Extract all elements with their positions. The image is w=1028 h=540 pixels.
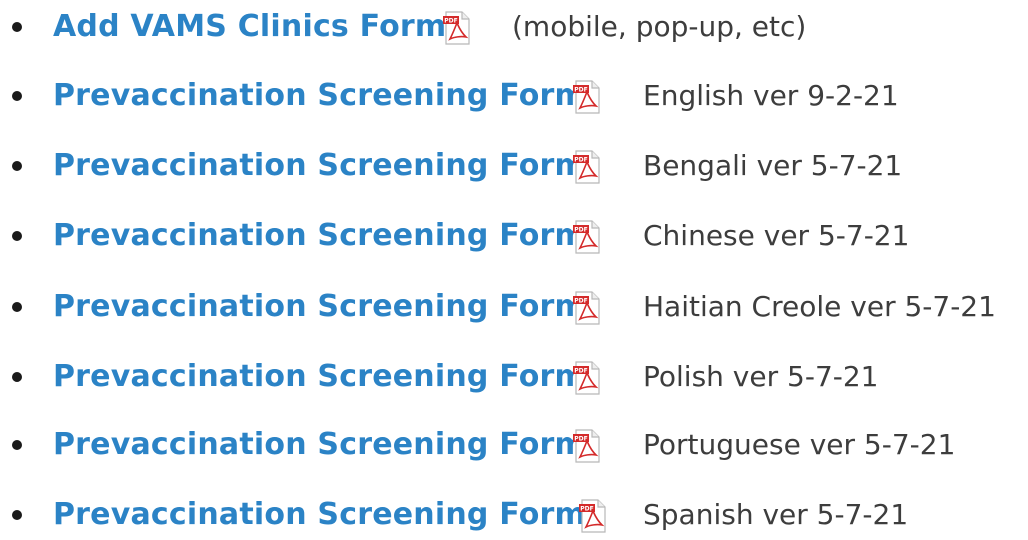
bullet-icon — [12, 372, 22, 382]
add-vams-clinics-form-link[interactable]: Add VAMS Clinics Form — [53, 2, 446, 52]
svg-text:PDF: PDF — [444, 18, 457, 25]
form-note: Portuguese ver 5-7-21 — [643, 428, 956, 461]
prevaccination-screening-form-link-english[interactable]: Prevaccination Screening Form — [53, 71, 586, 121]
bullet-icon — [12, 91, 22, 101]
svg-text:PDF: PDF — [574, 227, 587, 234]
pdf-file-icon[interactable]: PDF — [572, 80, 602, 114]
form-note: Spanish ver 5-7-21 — [643, 498, 909, 531]
prevaccination-screening-form-link-bengali[interactable]: Prevaccination Screening Form — [53, 141, 586, 191]
form-note: English ver 9-2-21 — [643, 79, 899, 112]
form-note: Bengali ver 5-7-21 — [643, 149, 903, 182]
svg-text:PDF: PDF — [574, 368, 587, 375]
prevaccination-screening-form-link-portuguese[interactable]: Prevaccination Screening Form — [53, 420, 586, 470]
pdf-file-icon[interactable]: PDF — [572, 429, 602, 463]
bullet-icon — [12, 302, 22, 312]
form-note: Chinese ver 5-7-21 — [643, 219, 910, 252]
svg-text:PDF: PDF — [574, 298, 587, 305]
list-item: Add VAMS Clinics Form PDF (mobile, pop-u… — [0, 2, 1028, 52]
list-item: Prevaccination Screening Form PDF Bengal… — [0, 141, 1028, 191]
svg-text:PDF: PDF — [574, 436, 587, 443]
bullet-icon — [12, 161, 22, 171]
list-item: Prevaccination Screening Form PDF Polish… — [0, 352, 1028, 402]
list-item: Prevaccination Screening Form PDF Englis… — [0, 71, 1028, 121]
form-note: Haitian Creole ver 5-7-21 — [643, 290, 996, 323]
prevaccination-screening-form-link-spanish[interactable]: Prevaccination Screening Form — [53, 490, 586, 540]
bullet-icon — [12, 440, 22, 450]
svg-text:PDF: PDF — [580, 506, 593, 513]
pdf-file-icon[interactable]: PDF — [578, 499, 608, 533]
list-item: Prevaccination Screening Form PDF Spanis… — [0, 490, 1028, 540]
prevaccination-screening-form-link-polish[interactable]: Prevaccination Screening Form — [53, 352, 586, 402]
pdf-file-icon[interactable]: PDF — [572, 361, 602, 395]
pdf-file-icon[interactable]: PDF — [572, 291, 602, 325]
form-note: (mobile, pop-up, etc) — [512, 10, 807, 43]
list-item: Prevaccination Screening Form PDF Haitia… — [0, 282, 1028, 332]
list-item: Prevaccination Screening Form PDF Portug… — [0, 420, 1028, 470]
prevaccination-screening-form-link-chinese[interactable]: Prevaccination Screening Form — [53, 211, 586, 261]
pdf-file-icon[interactable]: PDF — [572, 150, 602, 184]
pdf-file-icon[interactable]: PDF — [572, 220, 602, 254]
svg-text:PDF: PDF — [574, 157, 587, 164]
bullet-icon — [12, 231, 22, 241]
list-item: Prevaccination Screening Form PDF Chines… — [0, 211, 1028, 261]
pdf-file-icon[interactable]: PDF — [442, 11, 472, 45]
form-note: Polish ver 5-7-21 — [643, 360, 879, 393]
svg-text:PDF: PDF — [574, 87, 587, 94]
bullet-icon — [12, 22, 22, 32]
prevaccination-screening-form-link-haitian-creole[interactable]: Prevaccination Screening Form — [53, 282, 586, 332]
bullet-icon — [12, 510, 22, 520]
